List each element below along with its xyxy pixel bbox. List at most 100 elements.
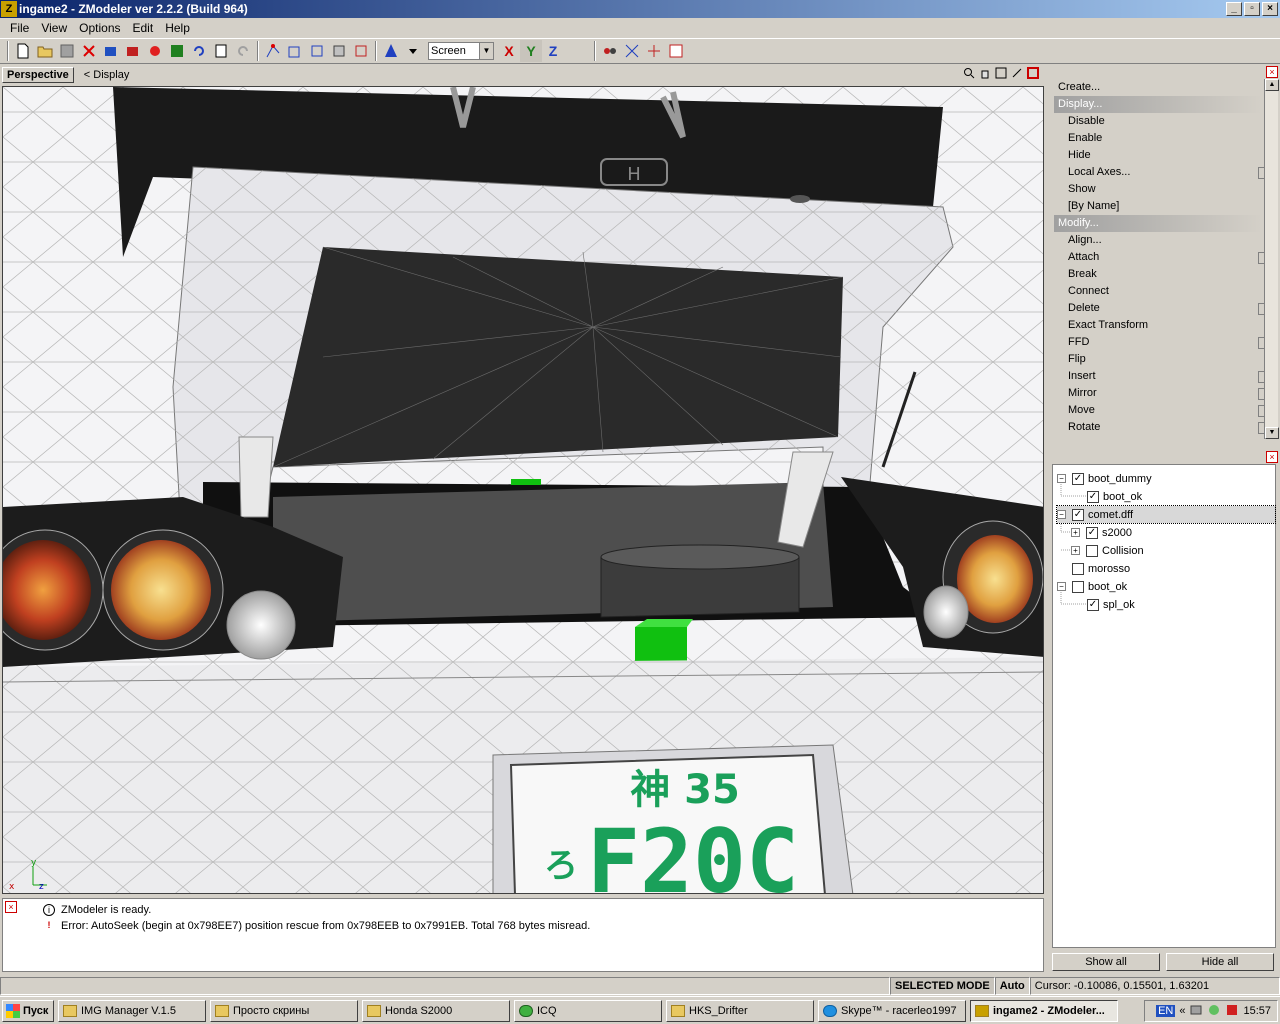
close-icon[interactable]: × — [5, 901, 17, 913]
visibility-checkbox[interactable]: ✓ — [1072, 508, 1084, 521]
open-file-icon[interactable] — [34, 40, 56, 62]
zoom-icon[interactable] — [962, 67, 976, 81]
volume-icon[interactable] — [1207, 1003, 1221, 1020]
command-show[interactable]: Show — [1054, 181, 1262, 198]
command-align[interactable]: Align... — [1054, 232, 1262, 249]
expand-icon[interactable]: + — [1071, 546, 1080, 555]
command-disable[interactable]: Disable — [1054, 113, 1262, 130]
tree-node-morosso[interactable]: morosso — [1072, 560, 1130, 577]
axis-x-toggle[interactable]: X — [498, 40, 520, 62]
visibility-checkbox[interactable]: ✓ — [1072, 472, 1084, 485]
delete-icon[interactable] — [78, 40, 100, 62]
tree-node-comet-dff[interactable]: − ✓ comet.dff — [1056, 505, 1276, 524]
coordinate-system-select[interactable]: Screen ▼ — [428, 42, 494, 60]
maximize-viewport-icon[interactable] — [1026, 67, 1040, 81]
collapse-icon[interactable]: − — [1057, 474, 1066, 483]
axis-lock-icon[interactable] — [643, 40, 665, 62]
command-break[interactable]: Break — [1054, 266, 1262, 283]
tray-expand-chevron[interactable]: « — [1179, 1005, 1185, 1017]
visibility-checkbox[interactable] — [1072, 562, 1084, 575]
command-move[interactable]: Move — [1054, 402, 1270, 419]
antivirus-icon[interactable] — [1225, 1003, 1239, 1020]
viewport-tab-perspective[interactable]: Perspective — [2, 67, 74, 83]
axis-gizmo-icon[interactable] — [621, 40, 643, 62]
menu-view[interactable]: View — [35, 21, 73, 35]
visibility-checkbox[interactable] — [1086, 544, 1098, 557]
visibility-checkbox[interactable]: ✓ — [1087, 598, 1099, 611]
command-flip[interactable]: Flip — [1054, 351, 1262, 368]
task-icq[interactable]: ICQ — [514, 999, 662, 1022]
close-button[interactable]: × — [1262, 2, 1278, 16]
command-ffd[interactable]: FFD — [1054, 334, 1270, 351]
undo-icon[interactable] — [188, 40, 210, 62]
group-mode-icon[interactable] — [328, 40, 350, 62]
redo-icon[interactable] — [232, 40, 254, 62]
command-group-modify[interactable]: Modify... — [1054, 215, 1262, 232]
visibility-checkbox[interactable]: ✓ — [1087, 490, 1099, 503]
menu-options[interactable]: Options — [73, 21, 126, 35]
task-hks-drifter[interactable]: HKS_Drifter — [666, 999, 814, 1022]
hide-all-button[interactable]: Hide all — [1166, 953, 1274, 971]
show-all-button[interactable]: Show all — [1052, 953, 1160, 971]
command-enable[interactable]: Enable — [1054, 130, 1262, 147]
face-mode-icon[interactable] — [284, 40, 306, 62]
tree-node-boot-ok[interactable]: ✓ boot_ok — [1087, 488, 1142, 505]
maximize-button[interactable]: ▫ — [1244, 2, 1260, 16]
minimize-button[interactable]: _ — [1226, 2, 1242, 16]
tree-node-collision[interactable]: + Collision — [1071, 542, 1144, 559]
properties-icon[interactable] — [210, 40, 232, 62]
collapse-icon[interactable]: − — [1057, 510, 1066, 519]
status-auto[interactable]: Auto — [994, 977, 1030, 995]
task-honda-s2000[interactable]: Honda S2000 — [362, 999, 510, 1022]
command-hide[interactable]: Hide — [1054, 147, 1262, 164]
save-icon[interactable] — [56, 40, 78, 62]
expand-icon[interactable]: + — [1071, 528, 1080, 537]
import-icon[interactable] — [100, 40, 122, 62]
command-exact-transform[interactable]: Exact Transform — [1054, 317, 1262, 334]
export-icon[interactable] — [122, 40, 144, 62]
zmodeler-app-icon[interactable]: Z — [1, 1, 17, 17]
tree-node-boot-dummy[interactable]: − ✓ boot_dummy — [1057, 470, 1152, 487]
menu-edit[interactable]: Edit — [127, 21, 160, 35]
close-icon[interactable]: × — [1266, 451, 1278, 463]
command-insert[interactable]: Insert — [1054, 368, 1270, 385]
task-zmodeler[interactable]: ingame2 - ZModeler... — [970, 999, 1118, 1022]
new-file-icon[interactable] — [12, 40, 34, 62]
command-local-axes[interactable]: Local Axes... — [1054, 164, 1270, 181]
command-mirror[interactable]: Mirror — [1054, 385, 1270, 402]
all-mode-icon[interactable] — [350, 40, 372, 62]
command-connect[interactable]: Connect — [1054, 283, 1262, 300]
menu-file[interactable]: File — [4, 21, 35, 35]
pan-hand-icon[interactable] — [978, 67, 992, 81]
chevron-down-icon[interactable]: ▼ — [479, 43, 493, 59]
command-attach[interactable]: Attach — [1054, 249, 1270, 266]
visibility-checkbox[interactable] — [1072, 580, 1084, 593]
language-indicator[interactable]: EN — [1156, 1005, 1176, 1017]
rotate-view-icon[interactable] — [1010, 67, 1024, 81]
record-icon[interactable] — [144, 40, 166, 62]
perspective-viewport[interactable]: H 神 35 ろ F20C y x z — [2, 86, 1044, 894]
collapse-icon[interactable]: − — [1057, 582, 1066, 591]
visibility-checkbox[interactable]: ✓ — [1086, 526, 1098, 539]
command-group-display[interactable]: Display... — [1054, 96, 1262, 113]
scroll-down-icon[interactable]: ▼ — [1265, 427, 1279, 439]
render-icon[interactable] — [166, 40, 188, 62]
axis-y-toggle[interactable]: Y — [520, 40, 542, 62]
task-skype[interactable]: Skype™ - racerleo1997 — [818, 999, 966, 1022]
snap-icon[interactable] — [599, 40, 621, 62]
command-by-name[interactable]: [By Name] — [1054, 198, 1262, 215]
dropdown-arrow-icon[interactable] — [402, 40, 424, 62]
viewport-mode-label[interactable]: < Display — [84, 69, 130, 81]
axis-z-toggle[interactable]: Z — [542, 40, 564, 62]
clock[interactable]: 15:57 — [1243, 1005, 1271, 1017]
command-delete[interactable]: Delete — [1054, 300, 1270, 317]
fit-view-icon[interactable] — [994, 67, 1008, 81]
message-log[interactable]: × i ZModeler is ready. ! Error: AutoSeek… — [2, 898, 1044, 972]
object-mode-icon[interactable] — [306, 40, 328, 62]
task-screenshots-folder[interactable]: Просто скрины — [210, 999, 358, 1022]
tree-node-boot-ok-root[interactable]: − boot_ok — [1057, 578, 1127, 595]
scroll-up-icon[interactable]: ▲ — [1265, 79, 1279, 91]
network-icon[interactable] — [1189, 1003, 1203, 1020]
start-button[interactable]: Пуск — [2, 999, 54, 1022]
menu-help[interactable]: Help — [159, 21, 196, 35]
